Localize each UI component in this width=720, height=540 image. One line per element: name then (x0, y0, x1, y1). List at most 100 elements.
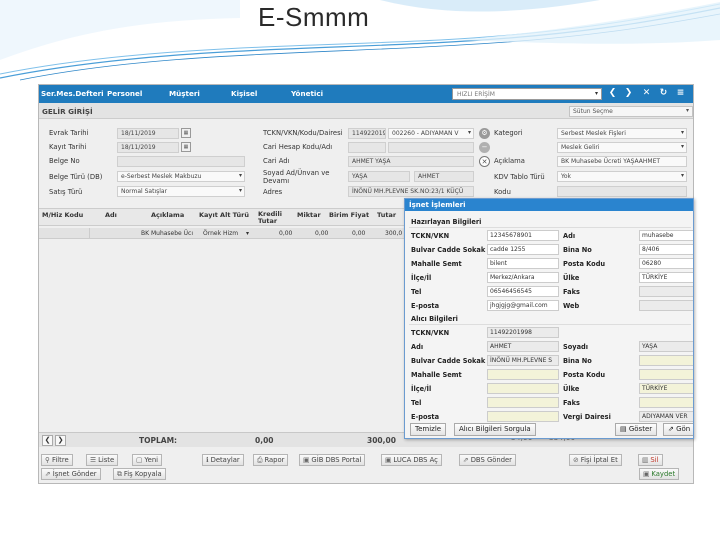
fis-kopyala-button[interactable]: ⧉ Fiş Kopyala (113, 468, 166, 480)
rapor-button[interactable]: ⎙ Rapor (253, 454, 289, 466)
menu-yonetici[interactable]: Yönetici (291, 89, 323, 98)
col-adi[interactable]: Adı (105, 212, 117, 219)
soyad-field[interactable]: YAŞA (348, 171, 410, 182)
menu-musteri[interactable]: Müşteri (169, 89, 200, 98)
a-adi-field[interactable]: AHMET (487, 341, 559, 352)
h-tel-field[interactable]: 06546456545 (487, 286, 559, 297)
quick-access-select[interactable]: HIZLI ERİŞİM ▾ (452, 88, 602, 100)
a-posta-field[interactable] (639, 369, 693, 380)
h-ulke-field[interactable]: TÜRKİYE (639, 272, 693, 283)
col-mhiz-kodu[interactable]: M/Hiz Kodu (42, 212, 83, 219)
back-icon[interactable]: ❮ (607, 88, 618, 99)
goster-button[interactable]: ▤ Göster (615, 423, 658, 436)
a-tckn-field[interactable]: 11492201998 (487, 327, 559, 338)
a-soyadi-field[interactable]: YAŞA (639, 341, 693, 352)
close-icon[interactable]: ✕ (641, 88, 652, 99)
col-birim-fiyat[interactable]: Birim Fiyat (329, 212, 369, 219)
cari-hesap-kodu-field[interactable] (348, 142, 386, 153)
kaydet-button[interactable]: ▣ Kaydet (639, 468, 680, 480)
fis-iptal-button[interactable]: ⊘ Fişi İptal Et (569, 454, 622, 466)
menu-personel[interactable]: Personel (107, 89, 142, 98)
menu-icon[interactable]: ≡ (675, 88, 686, 99)
scroll-right-icon[interactable]: ❯ (55, 435, 66, 446)
a-faks-field[interactable] (639, 397, 693, 408)
h-eposta-field[interactable]: jhgjgjg@gmail.com (487, 300, 559, 311)
adres-field[interactable]: İNÖNÜ MH.PLEVNE SK.NO:23/1 KÜÇÜ (348, 186, 474, 197)
cari-hesap-adi-field[interactable] (388, 142, 474, 153)
column-select[interactable]: Sütun Seçme ▾ (569, 106, 693, 117)
kdv-tablo-select[interactable]: Yok ▾ (557, 171, 687, 182)
a-ilce-field[interactable] (487, 383, 559, 394)
calendar-icon[interactable]: ▦ (181, 142, 191, 152)
alici-sorgula-button[interactable]: Alıcı Bilgileri Sorgula (454, 423, 536, 436)
a-ulke-field[interactable]: TÜRKİYE (639, 383, 693, 394)
h-faks-field[interactable] (639, 286, 693, 297)
copy-icon: ⧉ (117, 470, 122, 478)
table-row[interactable]: BK Muhasebe Ücı Örnek Hizm ▾ 0,00 0,00 0… (39, 228, 409, 239)
ad-field[interactable]: AHMET (414, 171, 474, 182)
h-tckn-field[interactable]: 12345678901 (487, 230, 559, 241)
liste-button[interactable]: ☰ Liste (86, 454, 119, 466)
col-miktar[interactable]: Miktar (297, 212, 321, 219)
a-tel-field[interactable] (487, 397, 559, 408)
col-tutar[interactable]: Tutar (377, 212, 396, 219)
sil-button[interactable]: ▥ Sil (638, 454, 663, 466)
filtre-button[interactable]: ⚲ Filtre (41, 454, 73, 466)
h-bina-field[interactable]: 8/406 (639, 244, 693, 255)
h-mahalle-field[interactable]: bilent (487, 258, 559, 269)
alt-kategori-select[interactable]: Meslek Geliri ▾ (557, 142, 687, 153)
h-ilce-field[interactable]: Merkez/Ankara (487, 272, 559, 283)
total-tutar: 300,00 (367, 436, 396, 445)
belge-turu-select[interactable]: e-Serbest Meslek Makbuzu ▾ (117, 171, 245, 182)
a-bina-field[interactable] (639, 355, 693, 366)
menu-kisisel[interactable]: Kişisel (231, 89, 257, 98)
menu-ser-mes-defteri[interactable]: Ser.Mes.Defteri (41, 89, 104, 98)
clear-icon[interactable]: ✕ (479, 156, 490, 167)
belge-no-label: Belge No (49, 157, 80, 165)
menu-bar: Ser.Mes.Defteri Personel Müşteri Kişisel… (39, 85, 693, 103)
refresh-icon[interactable]: ↻ (658, 88, 669, 99)
kategori-select[interactable]: Serbest Meslek Fişleri ▾ (557, 128, 687, 139)
a-vergi-field[interactable]: ADIYAMAN VER (639, 411, 693, 422)
divider (409, 227, 691, 228)
h-posta-field[interactable]: 06280 (639, 258, 693, 269)
satis-turu-select[interactable]: Normal Satışlar ▾ (117, 186, 245, 197)
luca-dbs-button[interactable]: ▣ LUCA DBS Aç (381, 454, 442, 466)
col-kredili-tutar[interactable]: Kredili Tutar (258, 211, 288, 225)
h-adi-field[interactable]: muhasebe (639, 230, 693, 241)
dbs-gonder-button[interactable]: ⇗ DBS Gönder (459, 454, 516, 466)
aciklama-field[interactable]: BK Muhasebe Ücreti YAŞAAHMET (557, 156, 687, 167)
h-bina-label: Bina No (563, 246, 592, 254)
h-bulvar-field[interactable]: cadde 1255 (487, 244, 559, 255)
totals-label: TOPLAM: (139, 436, 178, 445)
col-kayit-alt-turu[interactable]: Kayıt Alt Türü (199, 212, 249, 219)
cari-adi-field[interactable]: AHMET YAŞA (348, 156, 474, 167)
scroll-left-icon[interactable]: ❮ (42, 435, 53, 446)
h-mahalle-label: Mahalle Semt (411, 260, 462, 268)
tckn-label: TCKN/VKN/Kodu/Dairesi (263, 129, 343, 137)
chevron-down-icon[interactable]: ▾ (246, 230, 249, 237)
calendar-icon[interactable]: ▦ (181, 128, 191, 138)
a-eposta-field[interactable] (487, 411, 559, 422)
vergi-dairesi-select[interactable]: 002260 - ADIYAMAN V ▾ (388, 128, 474, 139)
tckn-field[interactable]: 114922019 (348, 128, 386, 139)
isnet-gonder-button[interactable]: ⇗ İşnet Gönder (41, 468, 101, 480)
yeni-button[interactable]: ▢ Yeni (132, 454, 163, 466)
evrak-tarihi-field[interactable]: 18/11/2019 (117, 128, 179, 139)
h-web-field[interactable] (639, 300, 693, 311)
detaylar-button[interactable]: ℹ Detaylar (202, 454, 244, 466)
kodu-label: Kodu (494, 188, 511, 196)
temizle-button[interactable]: Temizle (410, 423, 447, 436)
gear-icon[interactable]: ⚙ (479, 128, 490, 139)
a-bulvar-field[interactable]: İNÖNÜ MH.PLEVNE S (487, 355, 559, 366)
gonder-button[interactable]: ⇗ Gön (663, 423, 693, 436)
a-mahalle-field[interactable] (487, 369, 559, 380)
gib-dbs-button[interactable]: ▣ GİB DBS Portal (299, 454, 366, 466)
forward-icon[interactable]: ❯ (623, 88, 634, 99)
evrak-tarihi-label: Evrak Tarihi (49, 129, 89, 137)
minus-icon[interactable]: − (479, 142, 490, 153)
kayit-tarihi-field[interactable]: 18/11/2019 (117, 142, 179, 153)
col-aciklama[interactable]: Açıklama (151, 212, 184, 219)
kodu-field[interactable] (557, 186, 687, 197)
belge-no-field[interactable] (117, 156, 245, 167)
